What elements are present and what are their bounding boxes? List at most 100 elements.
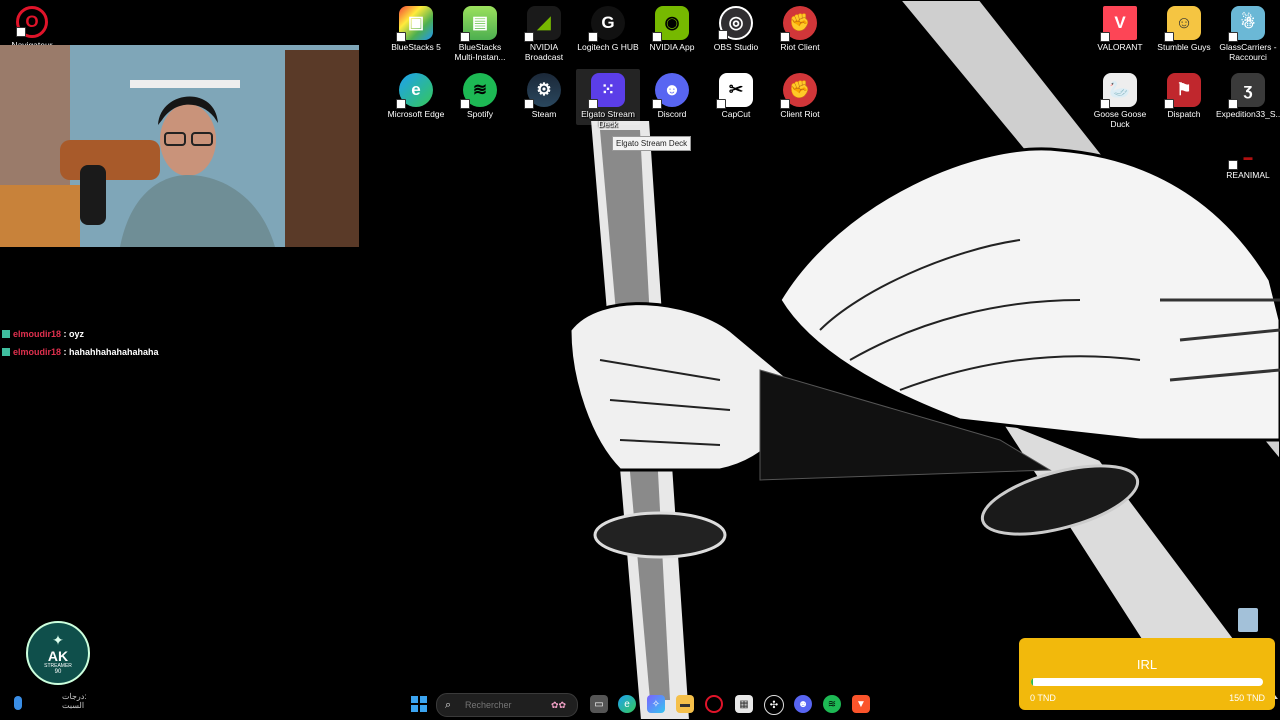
desktop-icon-spotify[interactable]: ≋ Spotify: [448, 69, 512, 119]
reanimal-icon: ▬: [1228, 146, 1265, 170]
desktop-icon-nvidia-broadcast[interactable]: ◢ NVIDIA Broadcast: [512, 2, 576, 62]
weather-widget[interactable]: درجات: السبت: [62, 692, 87, 710]
icon-label: BlueStacks Multi-Instan...: [454, 42, 506, 62]
desktop-icon-goose-goose-duck[interactable]: 🦢 Goose Goose Duck: [1088, 69, 1152, 129]
webcam-overlay: [0, 45, 359, 247]
desktop-icon-client-riot[interactable]: ✊ Client Riot: [768, 69, 832, 119]
stream-deck-icon: ⁙: [588, 73, 625, 109]
desktop-icon-steam[interactable]: ⚙ Steam: [512, 69, 576, 119]
desktop-icon-reanimal[interactable]: ▬ REANIMAL: [1216, 142, 1280, 180]
desktop-icon-bluestacks-multi[interactable]: ▤ BlueStacks Multi-Instan...: [448, 2, 512, 62]
desktop-icon-capcut[interactable]: ✂ CapCut: [704, 69, 768, 119]
discord-icon[interactable]: ☻: [794, 695, 812, 713]
desktop-icon-valorant[interactable]: V VALORANT: [1088, 2, 1152, 52]
expedition33-icon: ʒ: [1228, 73, 1265, 109]
goal-min-label: 0 TND: [1030, 693, 1056, 703]
chatgpt-icon[interactable]: ✣: [764, 695, 784, 715]
nvidia-icon: ◉: [652, 6, 689, 42]
opera-icon: O: [16, 6, 48, 38]
icon-label: Expedition33_S...: [1216, 109, 1280, 119]
icon-label: Dispatch: [1167, 109, 1201, 119]
desktop-icon-riot-client[interactable]: ✊ Riot Client: [768, 2, 832, 52]
icon-label: REANIMAL: [1226, 170, 1270, 180]
riot-icon: ✊: [780, 73, 817, 109]
search-icon: ⌕: [445, 698, 452, 711]
desktop-icon-discord[interactable]: ☻ Discord: [640, 69, 704, 119]
icon-label: Spotify: [467, 109, 493, 119]
file-explorer-icon[interactable]: ▬: [676, 695, 694, 713]
nvidia-broadcast-icon: ◢: [524, 6, 561, 42]
desktop-icon-glasscarriers[interactable]: ☃ GlassCarriers - Raccourci: [1216, 2, 1280, 62]
copilot-icon[interactable]: ✧: [647, 695, 665, 713]
desktop-icon-obs[interactable]: ◎ OBS Studio: [704, 2, 768, 52]
opera-icon[interactable]: [705, 695, 723, 713]
search-highlight-icon: ✿✿: [551, 699, 567, 710]
edge-icon: e: [396, 73, 433, 109]
icon-tooltip: Elgato Stream Deck: [612, 136, 692, 151]
weather-text: درجات:: [62, 692, 87, 701]
desktop-icon-navigateur[interactable]: O Navigateur: [0, 2, 64, 50]
desktop-icon-dispatch[interactable]: ⚑ Dispatch: [1152, 69, 1216, 119]
chat-text: : oyz: [63, 329, 85, 339]
store-icon[interactable]: ▦: [735, 695, 753, 713]
icon-label: Steam: [531, 109, 557, 119]
icon-label: BlueStacks 5: [391, 42, 441, 52]
edge-icon[interactable]: e: [618, 695, 636, 713]
chat-badge-icon: [2, 348, 10, 356]
taskbar-search[interactable]: ⌕ ✿✿: [436, 693, 578, 717]
discord-icon: ☻: [652, 73, 689, 109]
icon-label: OBS Studio: [713, 42, 759, 52]
icon-label: NVIDIA App: [649, 42, 695, 52]
logo-text: AK: [47, 647, 69, 664]
spotify-icon: ≋: [460, 73, 497, 109]
bluestacks-icon: ▣: [396, 6, 433, 42]
desktop-icon-logitech[interactable]: G Logitech G HUB: [576, 2, 640, 52]
desktop-icon-stumble-guys[interactable]: ☺ Stumble Guys: [1152, 2, 1216, 52]
chat-badge-icon: [2, 330, 10, 338]
icon-label: Client Riot: [780, 109, 820, 119]
icon-label: VALORANT: [1097, 42, 1143, 52]
desktop-icon-bluestacks[interactable]: ▣ BlueStacks 5: [384, 2, 448, 52]
steam-icon: ⚙: [524, 73, 561, 109]
goal-progress-fill: [1031, 678, 1034, 686]
logitech-icon: G: [588, 6, 625, 42]
bluestacks-multi-icon: ▤: [460, 6, 497, 42]
goal-title: IRL: [1136, 657, 1158, 672]
icon-label: Goose Goose Duck: [1093, 109, 1147, 129]
spotify-icon[interactable]: ≋: [823, 695, 841, 713]
desktop-icon-nvidia-app[interactable]: ◉ NVIDIA App: [640, 2, 704, 52]
thermometer-icon[interactable]: [14, 696, 22, 710]
riot-icon: ✊: [780, 6, 817, 42]
capcut-icon: ✂: [716, 73, 753, 109]
chat-username: elmoudir18: [13, 329, 62, 339]
desktop-icon-expedition33[interactable]: ʒ Expedition33_S...: [1216, 69, 1280, 119]
icon-label: Microsoft Edge: [387, 109, 445, 119]
chat-message: elmoudir18 : hahahhahahahahaha: [2, 347, 159, 357]
donation-goal-widget: IRL 0 TND 150 TND: [1019, 638, 1275, 710]
task-view-icon[interactable]: ▭: [590, 695, 608, 713]
icon-label: Discord: [657, 109, 687, 119]
glasscarriers-icon: ☃: [1228, 6, 1265, 42]
desktop-icon-edge[interactable]: e Microsoft Edge: [384, 69, 448, 119]
icon-label: Stumble Guys: [1157, 42, 1211, 52]
goal-max-label: 150 TND: [1229, 693, 1265, 703]
valorant-icon: V: [1100, 6, 1137, 42]
obs-icon: ◎: [718, 6, 753, 40]
desktop-icon-stream-deck[interactable]: ⁙ Elgato Stream Deck: [576, 69, 640, 129]
chat-message: elmoudir18 : oyz: [2, 329, 84, 339]
weather-subtext: السبت: [62, 701, 85, 710]
dispatch-icon: ⚑: [1164, 73, 1201, 109]
icon-label: NVIDIA Broadcast: [524, 42, 564, 62]
chat-username: elmoudir18: [13, 347, 62, 357]
search-input[interactable]: [463, 699, 547, 711]
logo-number: 90: [54, 668, 62, 675]
icon-label: CapCut: [721, 109, 751, 119]
icon-label: Logitech G HUB: [577, 42, 639, 52]
goal-progress-bar: [1031, 678, 1263, 686]
icon-label: GlassCarriers - Raccourci: [1219, 42, 1277, 62]
goose-icon: 🦢: [1100, 73, 1137, 109]
icon-label: Riot Client: [780, 42, 820, 52]
chat-text: : hahahhahahahahaha: [63, 347, 159, 357]
brave-icon[interactable]: ▼: [852, 695, 870, 713]
windows-start-icon[interactable]: [410, 695, 428, 713]
